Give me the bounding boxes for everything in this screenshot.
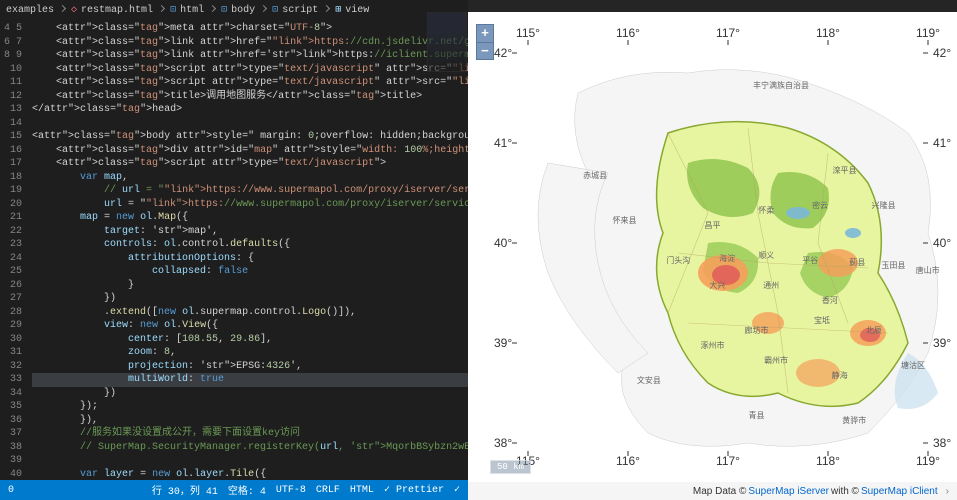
svg-text:静海: 静海 [832, 370, 848, 380]
scale-bar: 50 km [490, 460, 531, 474]
chevron-right-icon [322, 5, 331, 16]
svg-text:蓟县: 蓟县 [849, 257, 865, 267]
svg-text:丰宁满族自治县: 丰宁满族自治县 [753, 80, 809, 90]
status-prettier[interactable]: ✓ Prettier [384, 484, 444, 496]
svg-text:通州: 通州 [763, 280, 779, 290]
svg-text:39°: 39° [933, 336, 951, 350]
code-content[interactable]: <attr">class="tag">meta attr">charset="U… [28, 20, 468, 480]
breadcrumb-item[interactable]: script [282, 5, 318, 16]
chevron-right-icon [259, 5, 268, 16]
chevron-right-icon [208, 5, 217, 16]
svg-text:廊坊市: 廊坊市 [745, 325, 769, 335]
svg-text:文安县: 文安县 [637, 375, 661, 385]
svg-text:116°: 116° [616, 26, 640, 40]
svg-text:昌平: 昌平 [705, 221, 721, 230]
svg-text:41°: 41° [933, 136, 951, 150]
chevron-right-icon [157, 5, 166, 16]
attribution-text: Map Data © [693, 486, 747, 497]
attribution-collapse-icon[interactable]: › [946, 486, 949, 497]
zoom-in-button[interactable]: + [476, 24, 494, 42]
svg-text:38°: 38° [494, 436, 512, 450]
svg-text:40°: 40° [933, 236, 951, 250]
chevron-right-icon [58, 5, 67, 16]
svg-text:119°: 119° [916, 26, 940, 40]
minimap[interactable] [427, 12, 467, 72]
editor-pane: examples ◇restmap.html ⊡html ⊡body ⊡scri… [0, 0, 468, 500]
svg-text:41°: 41° [494, 136, 512, 150]
map-canvas[interactable]: 丰宁满族自治县赤城县 滦平县怀来县昌平 怀柔 密云 兴隆县门头沟 海淀 顺义平谷 蓟县 玉田县 唐… [468, 12, 957, 482]
zoom-out-button[interactable]: − [476, 42, 494, 60]
svg-text:涿州市: 涿州市 [701, 340, 725, 350]
svg-text:海淀: 海淀 [719, 253, 735, 263]
svg-text:115°: 115° [516, 26, 540, 40]
svg-text:117°: 117° [716, 26, 740, 40]
svg-text:香河: 香河 [822, 295, 838, 305]
svg-text:117°: 117° [716, 454, 740, 468]
svg-text:平谷: 平谷 [802, 256, 818, 265]
svg-text:滦平县: 滦平县 [833, 165, 857, 175]
svg-text:42°: 42° [494, 46, 512, 60]
breadcrumb-item[interactable]: body [231, 5, 255, 16]
attribution: Map Data © SuperMap iServer with © Super… [468, 482, 957, 500]
svg-text:42°: 42° [933, 46, 951, 60]
svg-text:116°: 116° [616, 454, 640, 468]
line-gutter: 4 5 6 7 8 9 10 11 12 13 14 15 16 17 18 1… [0, 20, 28, 480]
attribution-link-iclient[interactable]: SuperMap iClient [861, 486, 938, 497]
status-left[interactable]: 0 [8, 485, 14, 496]
status-eol[interactable]: CRLF [316, 485, 340, 496]
svg-text:怀来县: 怀来县 [612, 215, 636, 225]
svg-text:门头沟: 门头沟 [666, 255, 690, 265]
status-language[interactable]: HTML [350, 485, 374, 496]
svg-text:兴隆县: 兴隆县 [872, 200, 896, 210]
status-encoding[interactable]: UTF-8 [276, 485, 306, 496]
status-check[interactable]: ✓ [454, 484, 460, 496]
zoom-control: + − [476, 24, 494, 60]
svg-text:119°: 119° [916, 454, 940, 468]
breadcrumb[interactable]: examples ◇restmap.html ⊡html ⊡body ⊡scri… [0, 0, 468, 20]
map-view[interactable]: + − [468, 12, 957, 482]
status-position[interactable]: 行 30，列 41 [152, 482, 218, 498]
svg-text:密云: 密云 [812, 200, 828, 210]
svg-text:118°: 118° [816, 26, 840, 40]
map-header [468, 0, 957, 12]
statusbar: 0 行 30，列 41 空格: 4 UTF-8 CRLF HTML ✓ Pret… [0, 480, 468, 500]
svg-text:玉田县: 玉田县 [881, 261, 905, 270]
svg-text:38°: 38° [933, 436, 951, 450]
status-spaces[interactable]: 空格: 4 [228, 482, 266, 498]
svg-text:唐山市: 唐山市 [916, 265, 940, 275]
svg-text:霸州市: 霸州市 [764, 355, 788, 365]
breadcrumb-item[interactable]: view [345, 5, 369, 16]
svg-text:宝坻: 宝坻 [814, 315, 830, 325]
map-pane: + − [468, 0, 957, 500]
svg-text:大兴: 大兴 [709, 280, 725, 290]
code-area[interactable]: 4 5 6 7 8 9 10 11 12 13 14 15 16 17 18 1… [0, 20, 468, 480]
svg-text:赤城县: 赤城县 [583, 171, 607, 180]
breadcrumb-item[interactable]: examples [6, 5, 54, 16]
breadcrumb-item[interactable]: restmap.html [81, 5, 153, 16]
breadcrumb-item[interactable]: html [180, 5, 204, 16]
svg-text:39°: 39° [494, 336, 512, 350]
svg-text:青县: 青县 [749, 410, 765, 420]
attribution-link-iserver[interactable]: SuperMap iServer [748, 486, 829, 497]
svg-text:塘沽区: 塘沽区 [901, 360, 925, 370]
svg-text:黄骅市: 黄骅市 [842, 415, 866, 425]
svg-text:怀柔: 怀柔 [758, 205, 774, 215]
svg-text:北辰: 北辰 [866, 326, 882, 335]
svg-text:118°: 118° [816, 454, 840, 468]
svg-text:40°: 40° [494, 236, 512, 250]
attribution-text: with © [831, 486, 859, 497]
svg-text:顺义: 顺义 [758, 251, 774, 260]
